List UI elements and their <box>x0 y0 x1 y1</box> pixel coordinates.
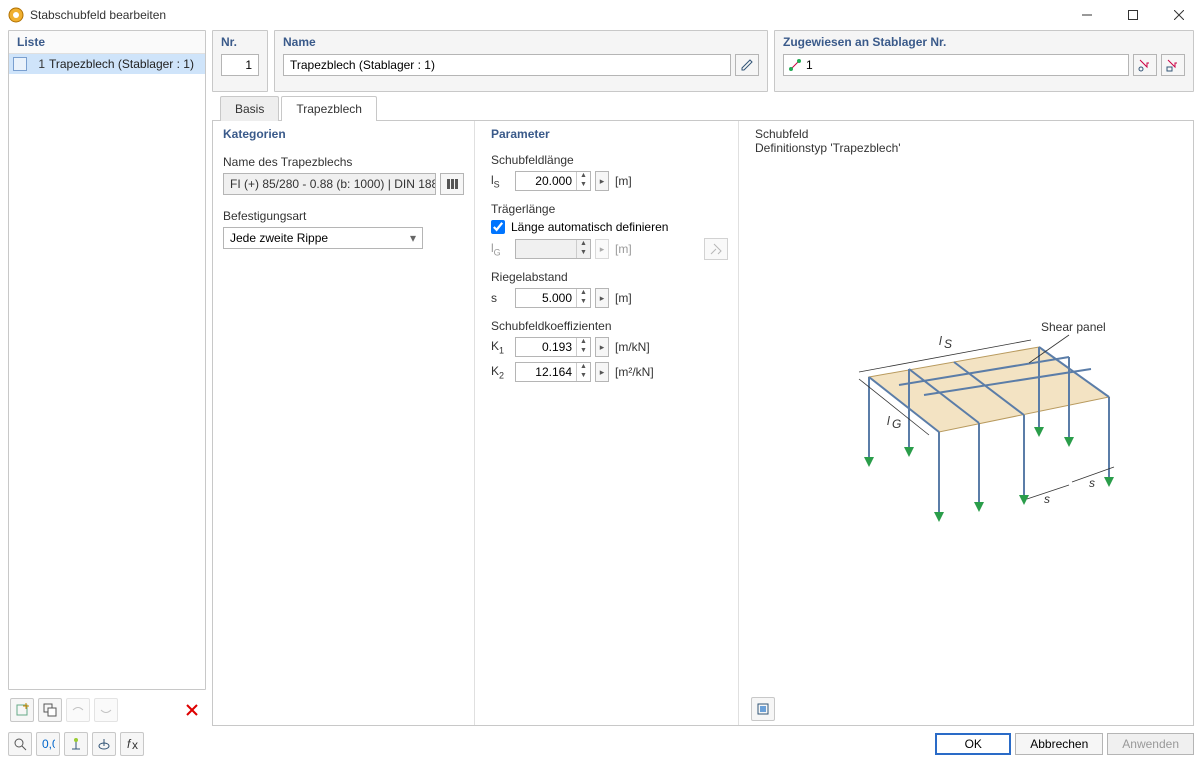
riegelabstand-label: Riegelabstand <box>491 270 728 284</box>
assign-value: 1 <box>806 58 813 72</box>
ls-menu-button[interactable]: ▸ <box>595 171 609 191</box>
preview-3d: lS lG s s Shear panel <box>745 161 1193 693</box>
list-item[interactable]: 1 Trapezblech (Stablager : 1) <box>9 54 205 74</box>
k2-input[interactable]: 12.164▲▼ <box>515 362 591 382</box>
ls-input[interactable]: 20.000▲▼ <box>515 171 591 191</box>
tab-basis[interactable]: Basis <box>220 96 279 121</box>
svg-text:l: l <box>887 414 890 428</box>
svg-text:x: x <box>132 738 138 751</box>
s-menu-button[interactable]: ▸ <box>595 288 609 308</box>
preview-header: Schubfeld Definitionstyp 'Trapezblech' <box>745 121 1193 161</box>
new-item-button[interactable] <box>10 698 34 722</box>
title-bar: Stabschubfeld bearbeiten <box>0 0 1202 30</box>
copy-item-button[interactable] <box>38 698 62 722</box>
assign-field[interactable]: 1 <box>783 54 1129 76</box>
k1-menu-button[interactable]: ▸ <box>595 337 609 357</box>
svg-text:s: s <box>1089 476 1095 490</box>
fastening-select[interactable]: Jede zweite Rippe ▾ <box>223 227 423 249</box>
svg-text:G: G <box>892 417 901 431</box>
list-item-label: Trapezblech (Stablager : 1) <box>49 57 194 71</box>
lg-menu-button: ▸ <box>595 239 609 259</box>
app-icon <box>8 7 24 23</box>
bottom-tool-function[interactable]: fx <box>120 732 144 756</box>
bottom-tool-search[interactable] <box>8 732 32 756</box>
ls-symbol: lS <box>491 173 511 189</box>
auto-length-label: Länge automatisch definieren <box>511 220 668 234</box>
k2-unit: [m²/kN] <box>615 365 654 379</box>
k2-menu-button[interactable]: ▸ <box>595 362 609 382</box>
ok-button[interactable]: OK <box>935 733 1011 755</box>
toolbar-button-4 <box>94 698 118 722</box>
svg-text:S: S <box>944 337 952 351</box>
preview-settings-button[interactable] <box>751 697 775 721</box>
k1-unit: [m/kN] <box>615 340 650 354</box>
svg-text:0,00: 0,00 <box>42 737 55 751</box>
parameter-title: Parameter <box>481 121 738 145</box>
lg-input: ▲▼ <box>515 239 591 259</box>
s-input[interactable]: 5.000▲▼ <box>515 288 591 308</box>
k1-symbol: K1 <box>491 339 511 355</box>
delete-button[interactable] <box>180 698 204 722</box>
auto-length-checkbox[interactable] <box>491 220 505 234</box>
nr-label: Nr. <box>221 35 259 49</box>
kategorien-title: Kategorien <box>213 121 474 145</box>
chevron-down-icon: ▾ <box>410 231 416 245</box>
k1-input[interactable]: 0.193▲▼ <box>515 337 591 357</box>
bottom-tool-units[interactable]: 0,00 <box>36 732 60 756</box>
minimize-button[interactable] <box>1064 0 1110 30</box>
lg-pick-button <box>704 238 728 260</box>
svg-text:l: l <box>939 334 942 348</box>
nr-field[interactable]: 1 <box>221 54 259 76</box>
traegerlaenge-label: Trägerlänge <box>491 202 728 216</box>
lg-symbol: lG <box>491 241 511 257</box>
trapezblech-name-label: Name des Trapezblechs <box>223 155 464 169</box>
k2-symbol: K2 <box>491 364 511 380</box>
assign-label: Zugewiesen an Stablager Nr. <box>783 35 1185 49</box>
shear-panel-label: Shear panel <box>1041 320 1106 334</box>
schubfeldlaenge-label: Schubfeldlänge <box>491 153 728 167</box>
list-item-color-icon <box>13 57 27 71</box>
fastening-label: Befestigungsart <box>223 209 464 223</box>
s-symbol: s <box>491 291 511 305</box>
cancel-button[interactable]: Abbrechen <box>1015 733 1103 755</box>
koeffizienten-label: Schubfeldkoeffizienten <box>491 319 728 333</box>
edit-name-button[interactable] <box>735 54 759 76</box>
toolbar-button-3 <box>66 698 90 722</box>
name-field[interactable]: Trapezblech (Stablager : 1) <box>283 54 731 76</box>
maximize-button[interactable] <box>1110 0 1156 30</box>
svg-text:s: s <box>1044 492 1050 506</box>
bottom-tool-view[interactable] <box>92 732 116 756</box>
bottom-tool-model[interactable] <box>64 732 88 756</box>
select-assign-button-1[interactable] <box>1133 54 1157 76</box>
library-button[interactable] <box>440 173 464 195</box>
assign-icon <box>788 58 802 72</box>
trapezblech-name-field[interactable]: FI (+) 85/280 - 0.88 (b: 1000) | DIN 188… <box>223 173 436 195</box>
lg-unit: [m] <box>615 242 632 256</box>
s-unit: [m] <box>615 291 632 305</box>
select-assign-button-2[interactable] <box>1161 54 1185 76</box>
ls-unit: [m] <box>615 174 632 188</box>
apply-button: Anwenden <box>1107 733 1194 755</box>
close-button[interactable] <box>1156 0 1202 30</box>
tab-trapezblech[interactable]: Trapezblech <box>281 96 377 121</box>
list-header: Liste <box>9 31 205 54</box>
name-label: Name <box>283 35 759 49</box>
list-item-number: 1 <box>31 57 45 71</box>
window-title: Stabschubfeld bearbeiten <box>30 8 1064 22</box>
